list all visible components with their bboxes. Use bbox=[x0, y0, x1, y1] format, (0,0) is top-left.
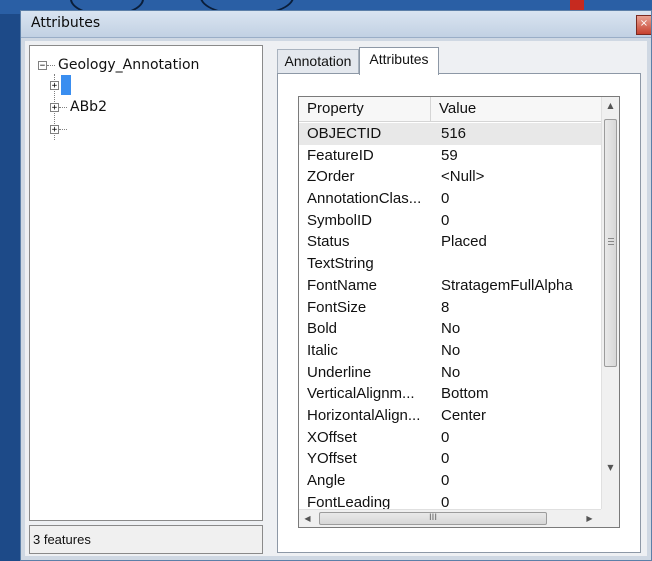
property-value[interactable]: 0 bbox=[433, 470, 601, 492]
property-value[interactable]: 8 bbox=[433, 297, 601, 319]
tab-annotation[interactable]: Annotation bbox=[277, 49, 359, 73]
grid-row[interactable]: YOffset 0 bbox=[299, 448, 601, 470]
tree-connector bbox=[47, 64, 55, 66]
status-bar: 3 features bbox=[29, 525, 263, 554]
tree-item[interactable]: + bbox=[50, 75, 71, 95]
collapse-icon[interactable]: − bbox=[38, 60, 47, 70]
property-name: Underline bbox=[307, 363, 372, 381]
feature-tree[interactable]: − Geology_Annotation + + ABb2 + bbox=[29, 45, 263, 521]
property-value[interactable]: Placed bbox=[433, 231, 601, 253]
property-name: OBJECTID bbox=[307, 125, 382, 142]
tab-attributes[interactable]: Attributes bbox=[359, 47, 439, 75]
property-name: YOffset bbox=[307, 450, 357, 468]
grid-row[interactable]: FontName StratagemFullAlpha bbox=[299, 275, 601, 297]
vertical-scroll-thumb[interactable] bbox=[604, 119, 617, 367]
tree-item[interactable]: + bbox=[50, 120, 70, 138]
window-body: − Geology_Annotation + + ABb2 + 3 featur… bbox=[25, 41, 647, 556]
property-value[interactable]: No bbox=[433, 362, 601, 384]
grid-row[interactable]: FeatureID 59 bbox=[299, 145, 601, 167]
property-name: TextString bbox=[307, 255, 374, 273]
property-name: Bold bbox=[307, 320, 338, 338]
property-name: HorizontalAlign... bbox=[307, 406, 421, 424]
property-value[interactable]: No bbox=[433, 318, 601, 340]
grid-row[interactable]: ZOrder <Null> bbox=[299, 166, 601, 188]
property-value[interactable]: 516 bbox=[433, 123, 601, 145]
grid-row[interactable]: SymbolID 0 bbox=[299, 210, 601, 232]
grid-row[interactable]: Status Placed bbox=[299, 231, 601, 253]
property-value[interactable]: Center bbox=[433, 405, 601, 427]
attributes-tab-page: Property Value OBJECTID 516 FeatureID 59 ZOr… bbox=[277, 73, 641, 553]
property-name: SymbolID bbox=[307, 211, 373, 229]
scroll-up-icon[interactable]: ▲ bbox=[602, 97, 619, 115]
property-name: AnnotationClas... bbox=[307, 190, 422, 208]
horizontal-scroll-thumb[interactable]: III bbox=[319, 512, 547, 525]
scroll-down-icon[interactable]: ▼ bbox=[602, 459, 619, 477]
scroll-right-icon[interactable]: ▶ bbox=[581, 510, 598, 527]
scroll-left-icon[interactable]: ◀ bbox=[299, 510, 316, 527]
close-button[interactable]: × bbox=[636, 15, 651, 35]
grid-row[interactable]: TextString bbox=[299, 253, 601, 275]
property-value[interactable]: 0 bbox=[433, 210, 601, 232]
grid-row[interactable]: XOffset 0 bbox=[299, 427, 601, 449]
grid-row[interactable]: Bold No bbox=[299, 318, 601, 340]
tree-item-selected-label[interactable] bbox=[61, 75, 71, 95]
grid-row[interactable]: Italic No bbox=[299, 340, 601, 362]
property-name: Angle bbox=[307, 472, 346, 489]
tree-item[interactable]: + ABb2 bbox=[50, 98, 107, 116]
tree-root[interactable]: − Geology_Annotation bbox=[38, 56, 199, 74]
tree-connector bbox=[59, 106, 67, 108]
grip-line bbox=[608, 244, 614, 245]
property-value[interactable] bbox=[433, 253, 601, 275]
property-name: Status bbox=[307, 233, 350, 251]
expand-icon[interactable]: + bbox=[50, 80, 59, 90]
property-name: ZOrder bbox=[307, 168, 355, 186]
property-value[interactable]: Bottom bbox=[433, 383, 601, 405]
grid-row[interactable]: FontSize 8 bbox=[299, 297, 601, 319]
attributes-window: Attributes × − Geology_Annotation + + AB… bbox=[20, 10, 652, 561]
property-column-header[interactable]: Property bbox=[299, 97, 431, 121]
title-bar[interactable]: Attributes × bbox=[21, 11, 651, 38]
grid-row[interactable]: Angle 0 bbox=[299, 470, 601, 492]
grid-rows: OBJECTID 516 FeatureID 59 ZOrder <Null> Annota… bbox=[299, 123, 601, 513]
value-column-header[interactable]: Value bbox=[431, 97, 601, 121]
grip-line bbox=[608, 238, 614, 239]
grip-line bbox=[608, 241, 614, 242]
property-name: FeatureID bbox=[307, 146, 374, 164]
property-name: Italic bbox=[307, 341, 338, 359]
tree-item-label[interactable]: ABb2 bbox=[70, 99, 107, 115]
grid-header: Property Value bbox=[299, 97, 601, 122]
property-value[interactable]: 0 bbox=[433, 188, 601, 210]
property-value[interactable]: 0 bbox=[433, 448, 601, 470]
property-grid[interactable]: Property Value OBJECTID 516 FeatureID 59 ZOr… bbox=[298, 96, 620, 528]
tree-root-label[interactable]: Geology_Annotation bbox=[58, 57, 199, 73]
grid-row[interactable]: VerticalAlignm... Bottom bbox=[299, 383, 601, 405]
vertical-scrollbar[interactable]: ▲ ▼ bbox=[601, 97, 619, 509]
property-name: XOffset bbox=[307, 428, 357, 446]
grid-row[interactable]: Underline No bbox=[299, 362, 601, 384]
property-name: VerticalAlignm... bbox=[307, 385, 415, 403]
feature-count: 3 features bbox=[33, 532, 91, 547]
scrollbar-corner bbox=[601, 509, 619, 527]
grid-row[interactable]: OBJECTID 516 bbox=[299, 123, 601, 145]
grid-row[interactable]: AnnotationClas... 0 bbox=[299, 188, 601, 210]
tree-connector bbox=[59, 128, 67, 130]
horizontal-scrollbar[interactable]: ◀ III ▶ bbox=[299, 509, 601, 527]
expand-icon[interactable]: + bbox=[50, 102, 59, 112]
property-value[interactable]: No bbox=[433, 340, 601, 362]
property-value[interactable]: StratagemFullAlpha bbox=[433, 275, 601, 297]
grid-row[interactable]: HorizontalAlign... Center bbox=[299, 405, 601, 427]
property-value[interactable]: 59 bbox=[433, 145, 601, 167]
property-name: FontName bbox=[307, 276, 378, 294]
property-name: FontSize bbox=[307, 298, 367, 316]
expand-icon[interactable]: + bbox=[50, 124, 59, 134]
property-value[interactable]: 0 bbox=[433, 427, 601, 449]
window-title: Attributes bbox=[31, 15, 101, 31]
property-value[interactable]: <Null> bbox=[433, 166, 601, 188]
